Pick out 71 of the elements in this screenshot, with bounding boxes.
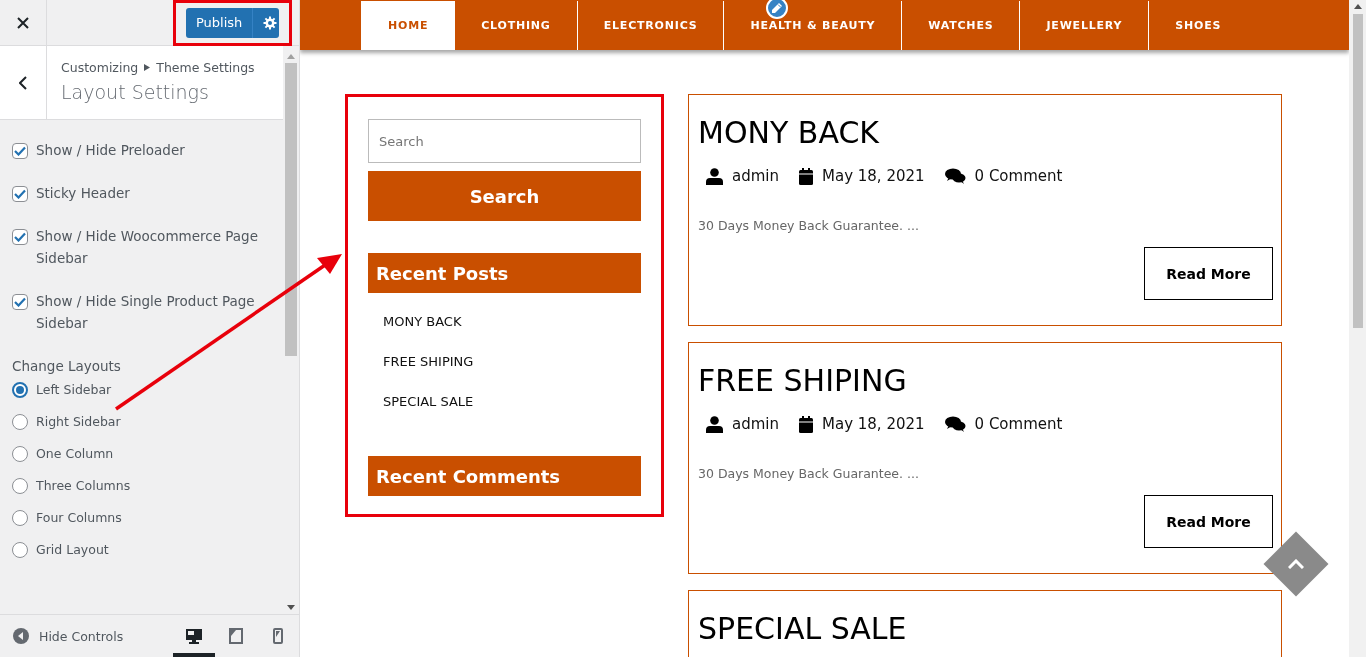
checkbox[interactable] — [12, 186, 28, 202]
option-label: Show / Hide Single Product Page Sidebar — [36, 292, 256, 333]
post-title[interactable]: FREE SHIPING — [698, 363, 1273, 399]
nav-item[interactable]: HOME — [361, 1, 456, 50]
user-icon — [706, 415, 723, 433]
calendar-icon — [799, 415, 813, 433]
search-button[interactable]: Search — [368, 171, 641, 221]
widget-title: Recent Comments — [368, 456, 641, 496]
nav-item[interactable]: ELECTRONICS — [576, 1, 724, 50]
recent-post-link[interactable]: MONY BACK — [383, 314, 462, 329]
scroll-down-icon — [287, 605, 295, 610]
radio-button[interactable] — [12, 445, 28, 462]
pencil-icon — [771, 2, 783, 14]
widget-title: Recent Posts — [368, 253, 641, 293]
radio-button[interactable] — [12, 413, 28, 430]
radio-button[interactable] — [12, 541, 28, 558]
breadcrumb-text: Theme Settings — [156, 60, 255, 75]
post-date: May 18, 2021 — [822, 415, 925, 433]
post-author[interactable]: admin — [732, 167, 779, 185]
radio-label: One Column — [36, 445, 114, 463]
user-icon — [706, 167, 723, 185]
read-more-button[interactable]: Read More — [1144, 495, 1273, 548]
read-more-button[interactable]: Read More — [1144, 247, 1273, 300]
post-excerpt: 30 Days Money Back Guarantee. ... — [698, 218, 920, 233]
option-label: Show / Hide Woocommerce Page Sidebar — [36, 227, 259, 268]
post-title[interactable]: MONY BACK — [698, 115, 1273, 151]
chevron-left-icon — [19, 75, 27, 90]
scrollbar[interactable] — [1349, 0, 1366, 657]
publish-button[interactable]: Publish — [186, 7, 279, 38]
checkbox[interactable] — [12, 294, 28, 310]
checkbox[interactable] — [12, 229, 28, 245]
breadcrumb-text: Customizing — [61, 60, 139, 75]
phone-icon — [273, 628, 283, 644]
scroll-up-icon — [1353, 4, 1362, 9]
radio-label: Grid Layout — [36, 541, 109, 559]
calendar-icon — [799, 167, 813, 185]
checkbox[interactable] — [12, 143, 28, 159]
radio-label: Right Sidebar — [36, 413, 121, 431]
radio-button[interactable] — [12, 381, 28, 398]
desktop-icon — [186, 628, 202, 644]
post-comments[interactable]: 0 Comment — [974, 167, 1063, 185]
radio-label: Four Columns — [36, 509, 122, 527]
chat-bubbles-icon — [944, 168, 966, 184]
group-heading: Change Layouts — [12, 358, 122, 374]
gear-icon — [263, 15, 278, 30]
nav-item[interactable]: HEALTH & BEAUTY — [723, 1, 902, 50]
collapse-icon — [13, 628, 29, 644]
tablet-icon — [229, 628, 243, 644]
chat-bubbles-icon — [944, 416, 966, 432]
hide-controls-button[interactable]: Hide Controls — [13, 628, 124, 644]
radio-button[interactable] — [12, 509, 28, 526]
option-label: Show / Hide Preloader — [36, 141, 186, 160]
triangle-right-icon — [144, 64, 151, 71]
post-comments[interactable]: 0 Comment — [974, 415, 1063, 433]
recent-post-link[interactable]: SPECIAL SALE — [383, 394, 474, 409]
option-label: Sticky Header — [36, 184, 131, 203]
post-excerpt: 30 Days Money Back Guarantee. ... — [698, 466, 920, 481]
close-icon — [17, 16, 29, 29]
nav-item[interactable]: JEWELLERY — [1019, 1, 1149, 50]
scroll-up-icon — [287, 54, 295, 59]
search-field[interactable]: Search — [368, 119, 641, 163]
recent-post-link[interactable]: FREE SHIPING — [383, 354, 474, 369]
post-date: May 18, 2021 — [822, 167, 925, 185]
chevron-up-icon — [1288, 559, 1304, 569]
post-author[interactable]: admin — [732, 415, 779, 433]
section-title: Layout Settings — [61, 81, 210, 103]
radio-label: Left Sidebar — [36, 381, 112, 399]
radio-button[interactable] — [12, 477, 28, 494]
nav-item[interactable]: WATCHES — [901, 1, 1020, 50]
radio-label: Three Columns — [36, 477, 131, 495]
nav-item[interactable]: SHOES — [1148, 1, 1248, 50]
